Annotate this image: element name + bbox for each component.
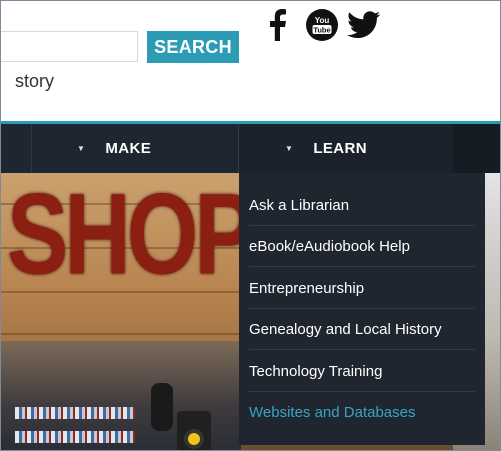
speaker-image	[177, 411, 211, 450]
menu-item-technology-training[interactable]: Technology Training	[249, 351, 475, 392]
nav-item-next[interactable]	[453, 124, 500, 173]
microphone-image	[151, 383, 173, 431]
svg-text:Tube: Tube	[313, 26, 330, 35]
search-input[interactable]	[1, 31, 138, 62]
bookshelf	[15, 431, 135, 443]
caret-down-icon: ▼	[77, 144, 86, 153]
menu-item-ask-a-librarian[interactable]: Ask a Librarian	[249, 185, 475, 226]
search-button[interactable]: SEARCH	[147, 31, 239, 63]
learn-dropdown-menu: Ask a Librarian eBook/eAudiobook Help En…	[239, 173, 485, 445]
site-header: SEARCH story You Tube	[1, 1, 500, 121]
menu-item-entrepreneurship[interactable]: Entrepreneurship	[249, 268, 475, 309]
nav-item-learn[interactable]: ▼ LEARN	[239, 124, 453, 173]
tagline: story	[15, 71, 55, 91]
menu-item-genealogy[interactable]: Genealogy and Local History	[249, 309, 475, 350]
nav-item-label: MAKE	[105, 140, 152, 157]
bookshelf	[15, 407, 135, 419]
screenshot-frame: SEARCH story You Tube ▼ MAKE ▼ LEARN SHO…	[0, 0, 501, 451]
nav-item-label: LEARN	[313, 140, 367, 157]
menu-item-ebook-help[interactable]: eBook/eAudiobook Help	[249, 226, 475, 267]
menu-item-websites-databases[interactable]: Websites and Databases	[249, 392, 475, 433]
facebook-icon[interactable]	[264, 7, 290, 43]
twitter-icon[interactable]	[346, 7, 382, 43]
caret-down-icon: ▼	[285, 144, 294, 153]
nav-item-make[interactable]: ▼ MAKE	[77, 124, 151, 173]
svg-text:You: You	[315, 16, 330, 25]
youtube-icon[interactable]: You Tube	[304, 7, 340, 43]
nav-divider	[31, 124, 32, 173]
